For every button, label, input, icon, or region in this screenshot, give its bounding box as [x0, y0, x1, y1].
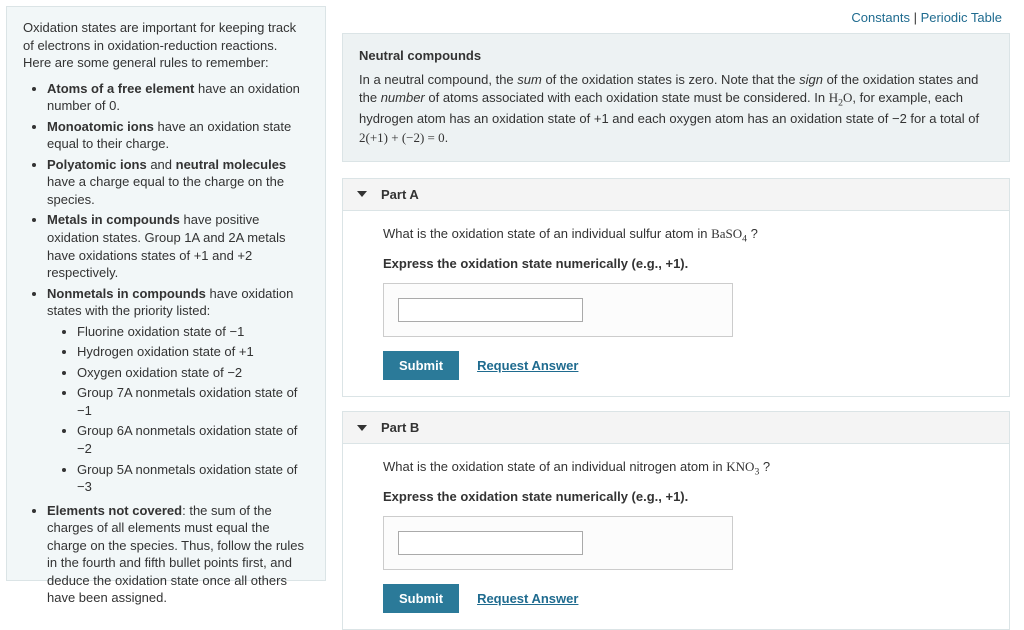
top-links: Constants | Periodic Table [342, 6, 1010, 33]
part-b-body: What is the oxidation state of an indivi… [343, 444, 1009, 629]
part-a-question: What is the oxidation state of an indivi… [383, 225, 969, 246]
rules-list: Atoms of a free element have an oxidatio… [23, 80, 309, 607]
part-a-button-row: Submit Request Answer [383, 351, 969, 380]
part-a-answer-area [383, 283, 733, 337]
chevron-down-icon [357, 191, 367, 197]
periodic-table-link[interactable]: Periodic Table [921, 10, 1002, 25]
part-b-submit-button[interactable]: Submit [383, 584, 459, 613]
infobox-title: Neutral compounds [359, 48, 993, 63]
rule-monoatomic: Monoatomic ions have an oxidation state … [47, 118, 309, 153]
sub-oxygen: Oxygen oxidation state of −2 [77, 364, 309, 382]
part-a-request-answer-link[interactable]: Request Answer [477, 358, 578, 373]
part-b-title: Part B [381, 420, 419, 435]
part-b-header[interactable]: Part B [343, 412, 1009, 444]
part-a-submit-button[interactable]: Submit [383, 351, 459, 380]
rule-nonmetals: Nonmetals in compounds have oxidation st… [47, 285, 309, 496]
part-a-answer-input[interactable] [398, 298, 583, 322]
sub-fluorine: Fluorine oxidation state of −1 [77, 323, 309, 341]
rule-free-element: Atoms of a free element have an oxidatio… [47, 80, 309, 115]
sub-group7a: Group 7A nonmetals oxidation state of −1 [77, 384, 309, 419]
sub-hydrogen: Hydrogen oxidation state of +1 [77, 343, 309, 361]
neutral-compounds-infobox: Neutral compounds In a neutral compound,… [342, 33, 1010, 162]
part-a-panel: Part A What is the oxidation state of an… [342, 178, 1010, 397]
rule-metals: Metals in compounds have positive oxidat… [47, 211, 309, 281]
part-a-body: What is the oxidation state of an indivi… [343, 211, 1009, 396]
intro-text: Oxidation states are important for keepi… [23, 19, 309, 72]
chevron-down-icon [357, 425, 367, 431]
infobox-body: In a neutral compound, the sum of the ox… [359, 71, 993, 147]
part-b-answer-input[interactable] [398, 531, 583, 555]
constants-link[interactable]: Constants [851, 10, 910, 25]
part-a-header[interactable]: Part A [343, 179, 1009, 211]
sub-rules-list: Fluorine oxidation state of −1 Hydrogen … [47, 323, 309, 496]
part-b-button-row: Submit Request Answer [383, 584, 969, 613]
sub-group5a: Group 5A nonmetals oxidation state of −3 [77, 461, 309, 496]
rule-polyatomic: Polyatomic ions and neutral molecules ha… [47, 156, 309, 209]
link-separator: | [910, 10, 921, 25]
main-panel: Constants | Periodic Table Neutral compo… [332, 0, 1024, 587]
rules-sidebar: Oxidation states are important for keepi… [6, 6, 326, 581]
sub-group6a: Group 6A nonmetals oxidation state of −2 [77, 422, 309, 457]
part-b-question: What is the oxidation state of an indivi… [383, 458, 969, 479]
part-b-answer-area [383, 516, 733, 570]
part-b-panel: Part B What is the oxidation state of an… [342, 411, 1010, 630]
part-a-title: Part A [381, 187, 419, 202]
part-b-request-answer-link[interactable]: Request Answer [477, 591, 578, 606]
part-a-instruction: Express the oxidation state numerically … [383, 256, 969, 271]
part-b-instruction: Express the oxidation state numerically … [383, 489, 969, 504]
rule-not-covered: Elements not covered: the sum of the cha… [47, 502, 309, 607]
